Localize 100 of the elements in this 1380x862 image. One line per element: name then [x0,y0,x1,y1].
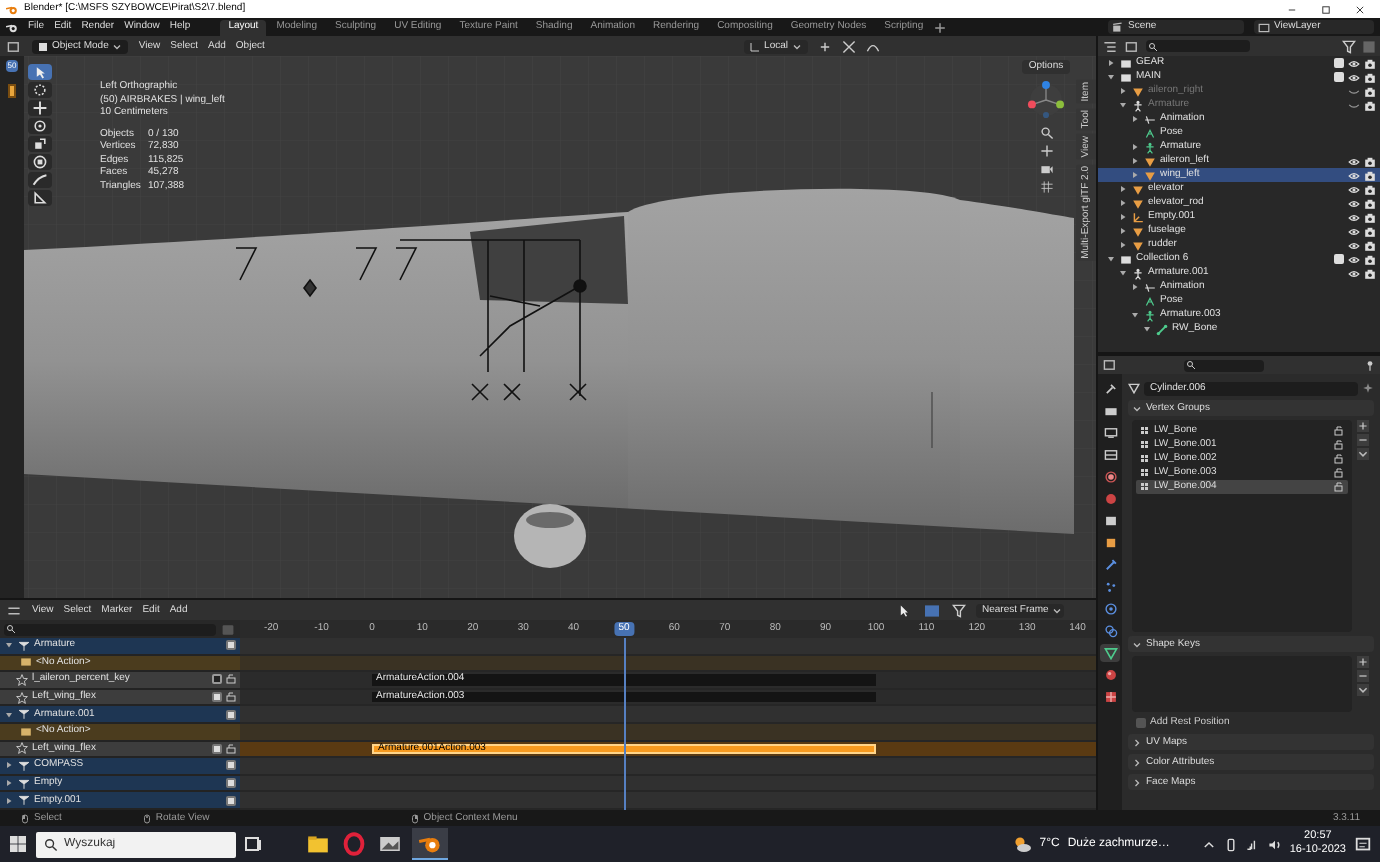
add-icon[interactable] [933,21,946,33]
properties-tab[interactable] [1100,644,1120,662]
checkbox[interactable] [1334,72,1344,82]
cursor-arrow-icon[interactable] [898,603,912,617]
checkbox[interactable] [212,692,222,703]
expand-arrow-icon[interactable] [4,795,14,806]
camera-icon[interactable] [1364,71,1376,83]
camera-icon[interactable] [1364,85,1376,97]
camera-icon[interactable] [1364,211,1376,223]
eye-icon[interactable] [1348,253,1360,265]
expand-arrow-icon[interactable] [1118,212,1128,222]
properties-tab[interactable] [1100,402,1120,420]
camera-icon[interactable] [1364,99,1376,111]
windows-start-icon[interactable] [8,834,28,854]
checkbox[interactable] [226,795,236,806]
chevron-up-icon[interactable] [1201,837,1216,851]
expand-arrow-icon[interactable] [4,709,14,720]
blender-logo-icon[interactable] [6,21,18,33]
closed-eye-icon[interactable] [1348,99,1360,111]
expand-arrow-icon[interactable] [1118,86,1128,96]
display-mode-icon[interactable] [1102,39,1118,53]
eye-icon[interactable] [1348,197,1360,209]
expand-arrow-icon[interactable] [4,640,14,651]
eye-icon[interactable] [1348,169,1360,181]
expand-arrow-icon[interactable] [1130,310,1140,320]
properties-tab[interactable] [1100,556,1120,574]
pin-icon[interactable] [1364,359,1376,371]
lock-icon[interactable] [226,743,236,754]
properties-tab[interactable] [1100,424,1120,442]
search-field[interactable] [1184,359,1264,371]
properties-tab[interactable] [1100,666,1120,684]
eye-icon[interactable] [1348,183,1360,195]
notification-icon[interactable] [1354,835,1372,853]
checkbox[interactable] [226,778,236,789]
expand-arrow-icon[interactable] [4,760,14,771]
unlock-icon[interactable] [1334,482,1344,492]
view-options-icon[interactable] [1124,39,1140,53]
expand-arrow-icon[interactable] [1118,198,1128,208]
checkbox[interactable] [226,709,236,720]
unlock-icon[interactable] [1334,454,1344,464]
properties-tab[interactable] [1100,688,1120,706]
expand-arrow-icon[interactable] [1142,324,1152,334]
eye-icon[interactable] [1348,71,1360,83]
lock-icon[interactable] [226,692,236,703]
tool-button[interactable] [28,136,52,152]
properties-tab[interactable] [1100,622,1120,640]
speaker-icon[interactable] [1267,837,1282,851]
tool-button[interactable] [28,64,52,80]
expand-arrow-icon[interactable] [1130,156,1140,166]
proportional-icon[interactable] [866,39,880,53]
tool-button[interactable] [28,82,52,98]
expand-arrow-icon[interactable] [1118,184,1128,194]
expand-arrow-icon[interactable] [1130,142,1140,152]
plus-icon[interactable] [1356,656,1370,668]
lock-icon[interactable] [226,674,236,685]
eye-icon[interactable] [1348,239,1360,251]
expand-arrow-icon[interactable] [1106,58,1116,68]
checkbox[interactable] [212,743,222,754]
checkbox[interactable] [226,640,236,651]
minus-icon[interactable] [1356,670,1370,682]
plus-icon[interactable] [1356,420,1370,432]
properties-tab[interactable] [1100,600,1120,618]
camera-icon[interactable] [1364,253,1376,265]
eye-icon[interactable] [1348,225,1360,237]
unlock-icon[interactable] [1334,440,1344,450]
caret-icon[interactable] [1356,448,1370,460]
expand-arrow-icon[interactable] [1106,72,1116,82]
expand-arrow-icon[interactable] [1130,170,1140,180]
tool-button[interactable] [28,118,52,134]
ring-icon[interactable] [340,830,368,858]
editor-type-icon[interactable] [6,39,22,53]
tool-button[interactable] [28,154,52,170]
expand-arrow-icon[interactable] [1118,240,1128,250]
checkbox[interactable] [1334,58,1344,68]
camera-icon[interactable] [1364,239,1376,251]
snap-icon[interactable] [842,39,856,53]
camera-icon[interactable] [1364,225,1376,237]
camera-icon[interactable] [1364,183,1376,195]
camera-icon[interactable] [1364,267,1376,279]
search-field[interactable] [1146,40,1250,52]
editor-type-icon[interactable] [6,603,22,617]
checkbox[interactable] [1136,718,1146,728]
camera-icon[interactable] [1364,57,1376,69]
properties-tab[interactable] [1100,380,1120,398]
checkbox[interactable] [1334,254,1344,264]
closed-eye-icon[interactable] [1348,85,1360,97]
filter-icon[interactable] [1342,39,1356,53]
expand-arrow-icon[interactable] [4,778,14,789]
expand-arrow-icon[interactable] [1106,254,1116,264]
task-view-icon[interactable] [244,834,264,854]
tool-button[interactable] [28,100,52,116]
search-field[interactable] [4,623,216,635]
filter-icon[interactable] [952,603,966,617]
properties-tab[interactable] [1100,446,1120,464]
eye-icon[interactable] [1348,57,1360,69]
expand-arrow-icon[interactable] [1118,226,1128,236]
properties-tab[interactable] [1100,468,1120,486]
expand-arrow-icon[interactable] [1118,100,1128,110]
pivot-icon[interactable] [818,39,832,53]
camera-icon[interactable] [1364,155,1376,167]
